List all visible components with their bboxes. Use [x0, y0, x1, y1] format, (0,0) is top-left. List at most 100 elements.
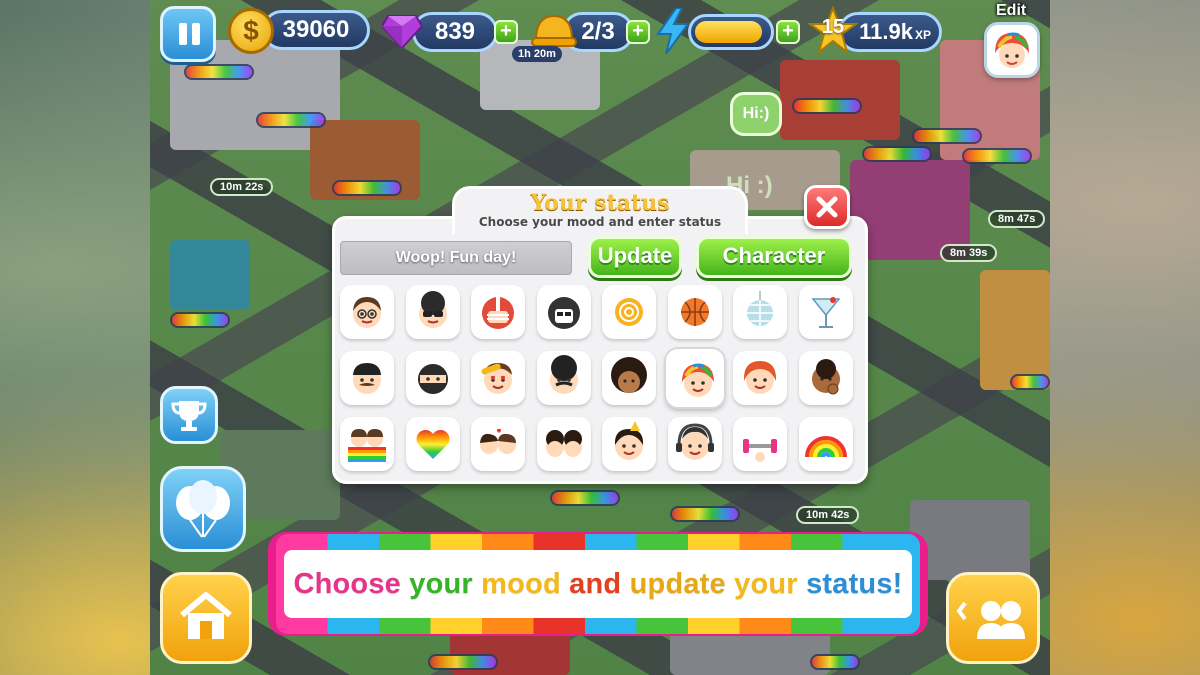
mood-option-hockey-helmet[interactable] [537, 285, 591, 339]
home-button[interactable] [160, 572, 252, 664]
dumbbell-icon [743, 439, 777, 462]
home-icon [180, 592, 232, 639]
close-button[interactable] [804, 185, 850, 229]
builder-timer: 1h 20m [512, 46, 562, 62]
speech-bubble[interactable]: Hi:) [730, 92, 782, 136]
dialog-subtitle: Choose your mood and enter status [478, 215, 722, 229]
xp-unit: XP [914, 28, 931, 42]
basketball-icon [681, 298, 709, 326]
mood-option-masked-ninja[interactable] [406, 351, 460, 405]
mood-option-afro[interactable] [602, 351, 656, 405]
mood-option-disco-ball[interactable] [733, 285, 787, 339]
kissing-couple-icon [480, 428, 516, 454]
afro-icon [611, 357, 647, 393]
mood-option-football-helmet[interactable] [471, 285, 525, 339]
trophy-icon [171, 401, 207, 431]
mood-option-kissing-couple[interactable] [471, 417, 525, 471]
builders-value: 2/3 [581, 18, 615, 45]
gems-counter[interactable]: 839 [412, 12, 498, 52]
rainbow-icon [805, 436, 847, 458]
rainbow-heart-icon [416, 429, 450, 459]
mood-option-basketball[interactable] [668, 285, 722, 339]
party-girl-icon [614, 421, 644, 460]
map-timer: 8m 47s [988, 210, 1046, 228]
banner-word: and [569, 568, 622, 600]
mood-option-headphones-guy[interactable] [668, 417, 722, 471]
football-helmet-icon [482, 297, 514, 329]
map-progress-bar [862, 146, 932, 162]
sun-icon [615, 298, 643, 326]
mood-option-dumbbell[interactable] [733, 417, 787, 471]
map-timer: 8m 39s [940, 244, 998, 262]
coins-counter[interactable]: 39060 [262, 10, 370, 50]
coin-symbol: $ [243, 15, 259, 46]
red-hair-icon [743, 361, 777, 394]
friends-icon [956, 601, 1025, 639]
thinking-guy-icon [812, 359, 840, 395]
gem-icon [382, 15, 422, 48]
buy-builder-button[interactable]: + [626, 20, 650, 44]
dialog-title: Your status [530, 190, 670, 216]
mood-option-couple[interactable] [537, 417, 591, 471]
rainbow-couple-icon [348, 429, 386, 462]
mood-option-mustache-afro[interactable] [537, 351, 591, 405]
level-value: 15 [821, 16, 845, 38]
mood-option-rainbow-couple[interactable] [340, 417, 394, 471]
map-progress-bar [912, 128, 982, 144]
character-button[interactable]: Character [696, 236, 852, 278]
mood-option-rainbow-heart[interactable] [406, 417, 460, 471]
balloons-button[interactable] [160, 466, 246, 552]
masked-ninja-icon [418, 364, 448, 394]
mood-option-heart-eyes[interactable] [471, 351, 525, 405]
mood-option-rainbow-hair[interactable] [666, 349, 724, 407]
mood-option-sunglasses-guy[interactable] [406, 285, 460, 339]
map-progress-bar [256, 112, 326, 128]
player-avatar-button[interactable] [984, 22, 1040, 78]
pause-button[interactable] [160, 6, 216, 62]
trophy-button[interactable] [160, 386, 218, 444]
mood-option-sun[interactable] [602, 285, 656, 339]
mood-option-party-girl[interactable] [602, 417, 656, 471]
hard-hat-icon [531, 14, 577, 47]
map-progress-bar [170, 312, 230, 328]
banner-word: status! [806, 568, 903, 600]
update-button[interactable]: Update [588, 236, 682, 278]
map-progress-bar [962, 148, 1032, 164]
map-timer: 10m 22s [210, 178, 274, 196]
buy-energy-button[interactable]: + [776, 20, 800, 44]
buy-gems-button[interactable]: + [494, 20, 518, 44]
mood-option-mustache-biker[interactable] [340, 351, 394, 405]
rainbow-hair-avatar-icon [995, 32, 1029, 68]
mustache-biker-icon [353, 363, 381, 394]
map-progress-bar [428, 654, 498, 670]
mood-option-red-hair[interactable] [733, 351, 787, 405]
mood-grid [340, 285, 860, 477]
banner-word: your [409, 568, 473, 600]
energy-bar[interactable] [688, 14, 774, 50]
banner-text: Choose your mood and update your status! [284, 550, 912, 618]
close-icon [816, 196, 838, 218]
banner-word: mood [481, 568, 561, 600]
cocktail-icon [811, 297, 841, 328]
map-progress-bar [184, 64, 254, 80]
map-progress-bar [332, 180, 402, 196]
heart-eyes-icon [481, 363, 512, 394]
balloons-icon [176, 480, 230, 538]
map-progress-bar [810, 654, 860, 670]
hockey-helmet-icon [548, 297, 580, 329]
mood-option-glasses-guy[interactable] [340, 285, 394, 339]
xp-value: 11.9k [859, 19, 913, 44]
couple-icon [546, 430, 582, 457]
map-timer: 10m 42s [796, 506, 860, 524]
map-progress-bar [792, 98, 862, 114]
mood-option-thinking-guy[interactable] [799, 351, 853, 405]
banner-word: Choose [293, 568, 401, 600]
mood-option-cocktail[interactable] [799, 285, 853, 339]
mood-option-rainbow[interactable] [799, 417, 853, 471]
disco-ball-icon [747, 291, 773, 326]
friends-button[interactable] [946, 572, 1040, 664]
banner-word: your [734, 568, 798, 600]
status-input[interactable]: Woop! Fun day! [340, 241, 572, 275]
edit-label[interactable]: Edit [996, 2, 1026, 20]
glasses-guy-icon [353, 297, 381, 328]
